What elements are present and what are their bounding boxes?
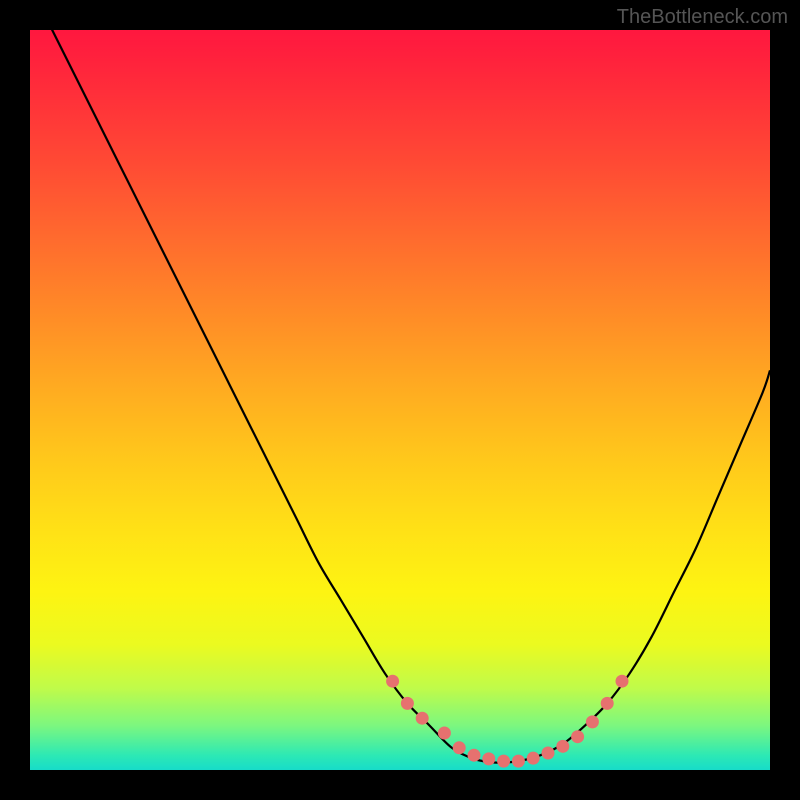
dot	[438, 727, 451, 740]
chart-svg	[30, 30, 770, 770]
dot	[601, 697, 614, 710]
dot	[586, 715, 599, 728]
dot	[468, 749, 481, 762]
plot-area	[30, 30, 770, 770]
dot	[542, 746, 555, 759]
plot-frame	[20, 28, 780, 788]
bottleneck-curve	[30, 30, 770, 763]
dot	[497, 755, 510, 768]
dot	[416, 712, 429, 725]
highlight-dots	[386, 675, 628, 768]
dot	[512, 755, 525, 768]
dot	[482, 752, 495, 765]
dot	[401, 697, 414, 710]
dot	[571, 730, 584, 743]
dot	[527, 752, 540, 765]
dot	[616, 675, 629, 688]
dot	[453, 741, 466, 754]
dot	[386, 675, 399, 688]
watermark-text: TheBottleneck.com	[617, 6, 788, 29]
dot	[556, 740, 569, 753]
